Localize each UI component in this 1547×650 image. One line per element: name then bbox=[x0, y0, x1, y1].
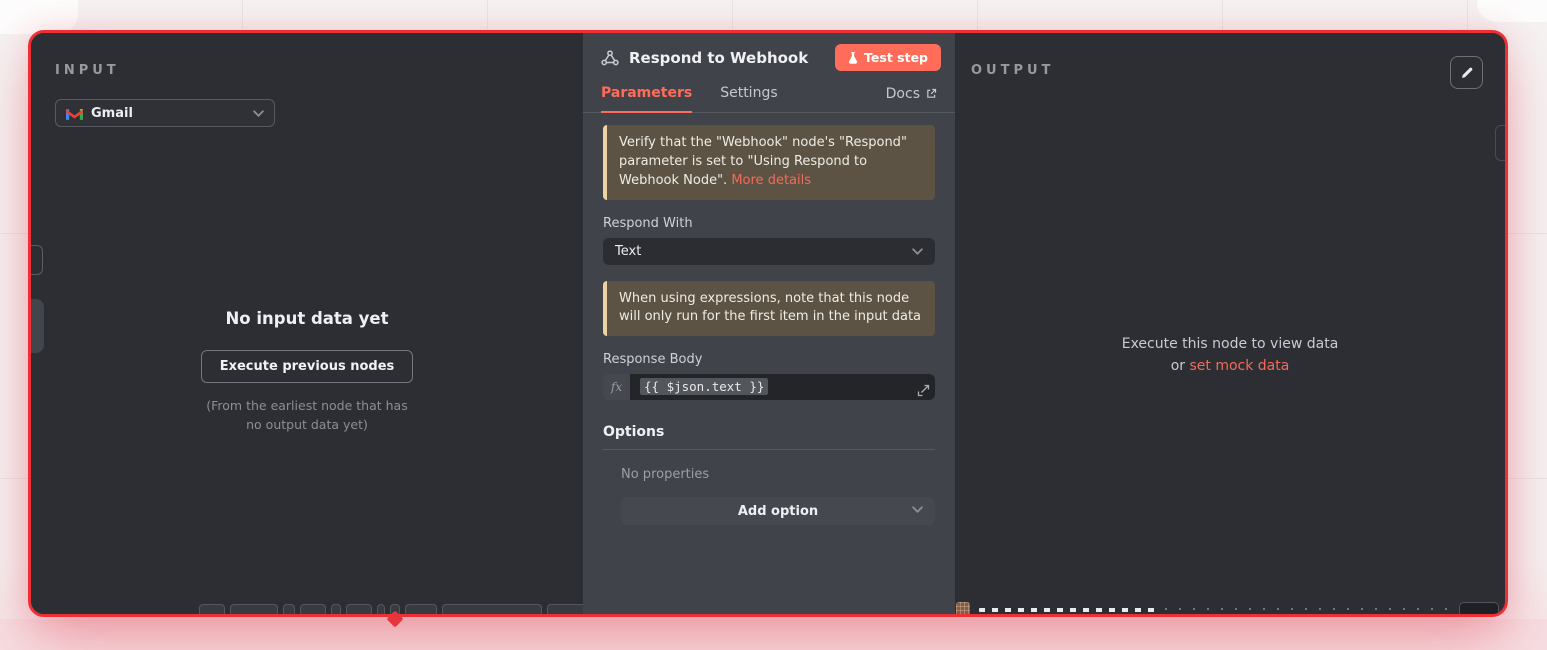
canvas-pink-strip bbox=[0, 619, 1547, 650]
options-title: Options bbox=[603, 424, 935, 450]
output-panel-title: OUTPUT bbox=[971, 63, 1054, 78]
execute-previous-nodes-button[interactable]: Execute previous nodes bbox=[201, 350, 414, 383]
clipped-output-row bbox=[955, 600, 1505, 614]
expression-value: {{ $json.text }} bbox=[640, 378, 768, 395]
node-header: Respond to Webhook Test step bbox=[583, 33, 955, 71]
chevron-down-icon bbox=[912, 506, 923, 513]
options-empty-text: No properties bbox=[621, 467, 935, 482]
canvas-card-top-right bbox=[1477, 0, 1547, 22]
webhook-notice: Verify that the "Webhook" node's "Respon… bbox=[603, 125, 935, 200]
clipped-text-tops bbox=[979, 608, 1159, 612]
chevron-down-icon bbox=[912, 248, 923, 255]
input-panel: INPUT Gmail No input data yet Execute pr… bbox=[31, 33, 583, 614]
output-empty-state: Execute this node to view data or set mo… bbox=[955, 333, 1505, 378]
canvas-card-top-left bbox=[0, 0, 78, 34]
tab-parameters[interactable]: Parameters bbox=[601, 79, 692, 113]
response-body-label: Response Body bbox=[603, 352, 935, 367]
docs-label: Docs bbox=[886, 86, 920, 102]
clipped-dotted-line bbox=[1165, 608, 1455, 610]
input-empty-title: No input data yet bbox=[31, 309, 583, 328]
more-details-link[interactable]: More details bbox=[731, 173, 811, 188]
node-title: Respond to Webhook bbox=[629, 49, 808, 67]
add-option-label: Add option bbox=[738, 504, 818, 519]
chevron-down-icon bbox=[253, 110, 264, 117]
respond-with-select[interactable]: Text bbox=[603, 238, 935, 265]
add-option-button[interactable]: Add option bbox=[621, 497, 935, 525]
test-step-label: Test step bbox=[864, 50, 928, 65]
expressions-notice: When using expressions, note that this n… bbox=[603, 281, 935, 337]
expand-expression-icon[interactable] bbox=[917, 384, 930, 397]
fx-toggle[interactable]: fx bbox=[603, 374, 630, 400]
panel-edge-tab[interactable] bbox=[30, 299, 44, 353]
external-link-icon bbox=[926, 88, 937, 99]
output-empty-line1: Execute this node to view data bbox=[955, 333, 1505, 355]
clipped-schema-pills bbox=[199, 604, 623, 614]
respond-with-value: Text bbox=[615, 244, 641, 259]
expression-input[interactable]: {{ $json.text }} bbox=[630, 374, 935, 400]
tab-settings[interactable]: Settings bbox=[720, 79, 777, 112]
sheet-icon bbox=[956, 602, 970, 614]
options-section: Options No properties Add option bbox=[603, 424, 935, 525]
output-empty-or: or bbox=[1171, 358, 1190, 374]
flask-icon bbox=[848, 52, 858, 64]
respond-with-label: Respond With bbox=[603, 216, 935, 231]
edit-output-button[interactable] bbox=[1450, 56, 1483, 89]
output-panel: OUTPUT Execute this node to view data or… bbox=[955, 33, 1505, 614]
set-mock-data-link[interactable]: set mock data bbox=[1189, 358, 1289, 374]
test-step-button[interactable]: Test step bbox=[835, 44, 941, 71]
node-settings-panel: Respond to Webhook Test step Parameters … bbox=[583, 33, 955, 614]
panel-edge-handle[interactable] bbox=[1495, 125, 1506, 161]
gmail-icon bbox=[66, 107, 83, 120]
response-body-field: fx {{ $json.text }} bbox=[603, 374, 935, 400]
parameters-body: Verify that the "Webhook" node's "Respon… bbox=[583, 113, 955, 614]
node-tabs: Parameters Settings Docs bbox=[583, 79, 955, 113]
input-empty-state: No input data yet Execute previous nodes… bbox=[31, 309, 583, 435]
respond-to-webhook-icon bbox=[601, 50, 619, 66]
pencil-icon bbox=[1460, 66, 1474, 80]
input-source-select[interactable]: Gmail bbox=[55, 99, 275, 127]
node-detail-view-modal: INPUT Gmail No input data yet Execute pr… bbox=[28, 30, 1508, 617]
input-empty-hint: (From the earliest node that has no outp… bbox=[200, 396, 415, 435]
docs-link[interactable]: Docs bbox=[886, 79, 937, 112]
clipped-corner-button[interactable] bbox=[1459, 602, 1499, 614]
input-panel-title: INPUT bbox=[55, 63, 120, 78]
panel-edge-tab-outline[interactable] bbox=[30, 245, 43, 275]
input-source-label: Gmail bbox=[91, 106, 133, 121]
